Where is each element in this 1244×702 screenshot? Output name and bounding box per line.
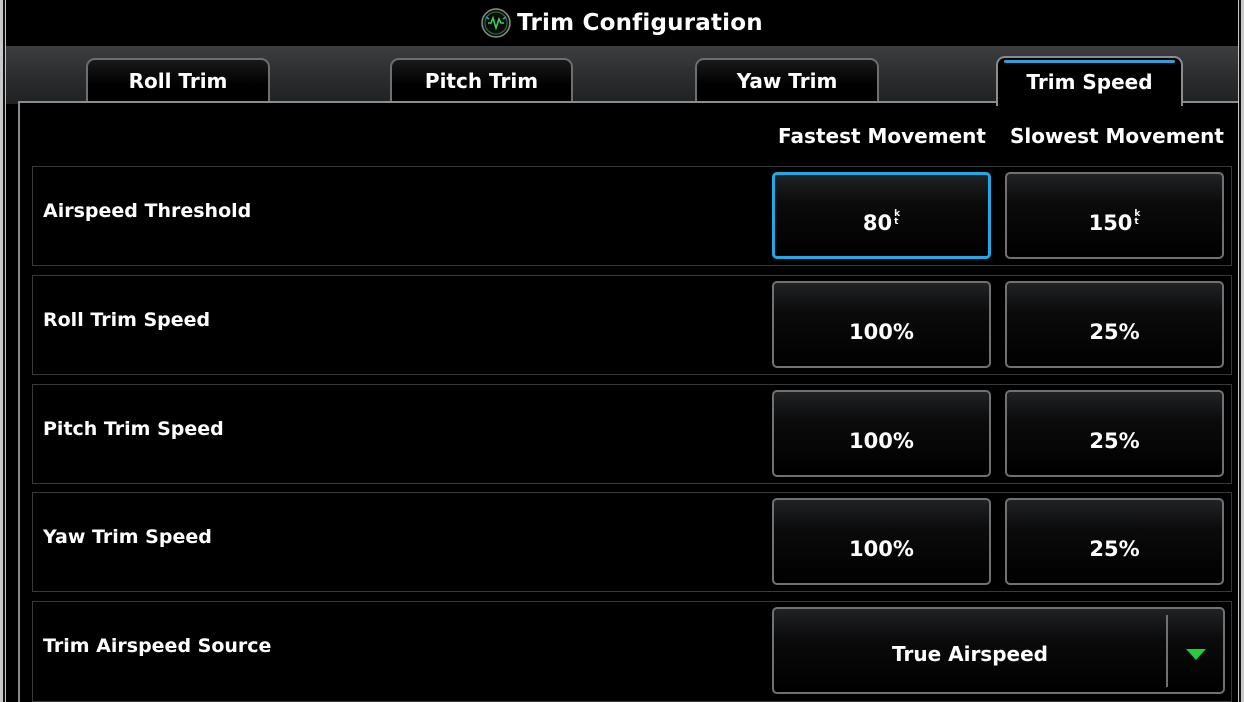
dropdown-value: True Airspeed <box>892 641 1048 666</box>
dropdown-separator <box>1166 615 1168 687</box>
airspeed-source-dropdown[interactable]: True Airspeed <box>772 607 1225 694</box>
yaw-fastest-button[interactable]: 100% <box>772 498 991 585</box>
roll-slowest-button[interactable]: 25% <box>1005 281 1224 368</box>
row-label: Airspeed Threshold <box>43 200 252 222</box>
tab-roll-trim[interactable]: Roll Trim <box>86 58 270 102</box>
button-value: 25% <box>1089 536 1140 561</box>
right-bezel-edge <box>1238 0 1244 702</box>
left-bezel-edge <box>0 0 6 702</box>
airspeed-fastest-button[interactable]: 80 k t <box>772 172 991 259</box>
yaw-slowest-button[interactable]: 25% <box>1005 498 1224 585</box>
airspeed-slowest-button[interactable]: 150 k t <box>1005 172 1224 259</box>
tab-label: Yaw Trim <box>736 69 838 93</box>
tab-pitch-trim[interactable]: Pitch Trim <box>390 58 573 102</box>
column-header-fastest: Fastest Movement <box>778 124 986 148</box>
pitch-fastest-button[interactable]: 100% <box>772 390 991 477</box>
column-header-slowest: Slowest Movement <box>1010 124 1224 148</box>
row-label: Pitch Trim Speed <box>43 418 224 440</box>
button-value: 100% <box>849 319 914 344</box>
tab-label: Trim Speed <box>1026 70 1153 94</box>
row-label: Trim Airspeed Source <box>43 635 272 657</box>
tab-yaw-trim[interactable]: Yaw Trim <box>695 58 879 102</box>
pitch-slowest-button[interactable]: 25% <box>1005 390 1224 477</box>
knots-unit: k t <box>1134 208 1141 227</box>
tab-strip: Roll Trim Pitch Trim Yaw Trim Trim Speed <box>6 46 1238 106</box>
knots-unit: k t <box>894 208 901 227</box>
row-label: Roll Trim Speed <box>43 309 211 331</box>
row-label: Yaw Trim Speed <box>43 526 212 548</box>
button-value: 150 <box>1088 210 1133 235</box>
button-value: 100% <box>849 536 914 561</box>
page-title: Trim Configuration <box>517 10 763 36</box>
roll-fastest-button[interactable]: 100% <box>772 281 991 368</box>
trim-app-icon <box>481 8 511 38</box>
dropdown-arrow-icon[interactable] <box>1186 649 1206 660</box>
tab-label: Roll Trim <box>128 69 228 93</box>
title-bar: Trim Configuration <box>6 0 1238 47</box>
button-value: 25% <box>1089 428 1140 453</box>
button-value: 80 <box>862 210 893 235</box>
tab-label: Pitch Trim <box>424 69 539 93</box>
tab-trim-speed[interactable]: Trim Speed <box>996 56 1183 106</box>
button-value: 25% <box>1089 319 1140 344</box>
button-value: 100% <box>849 428 914 453</box>
